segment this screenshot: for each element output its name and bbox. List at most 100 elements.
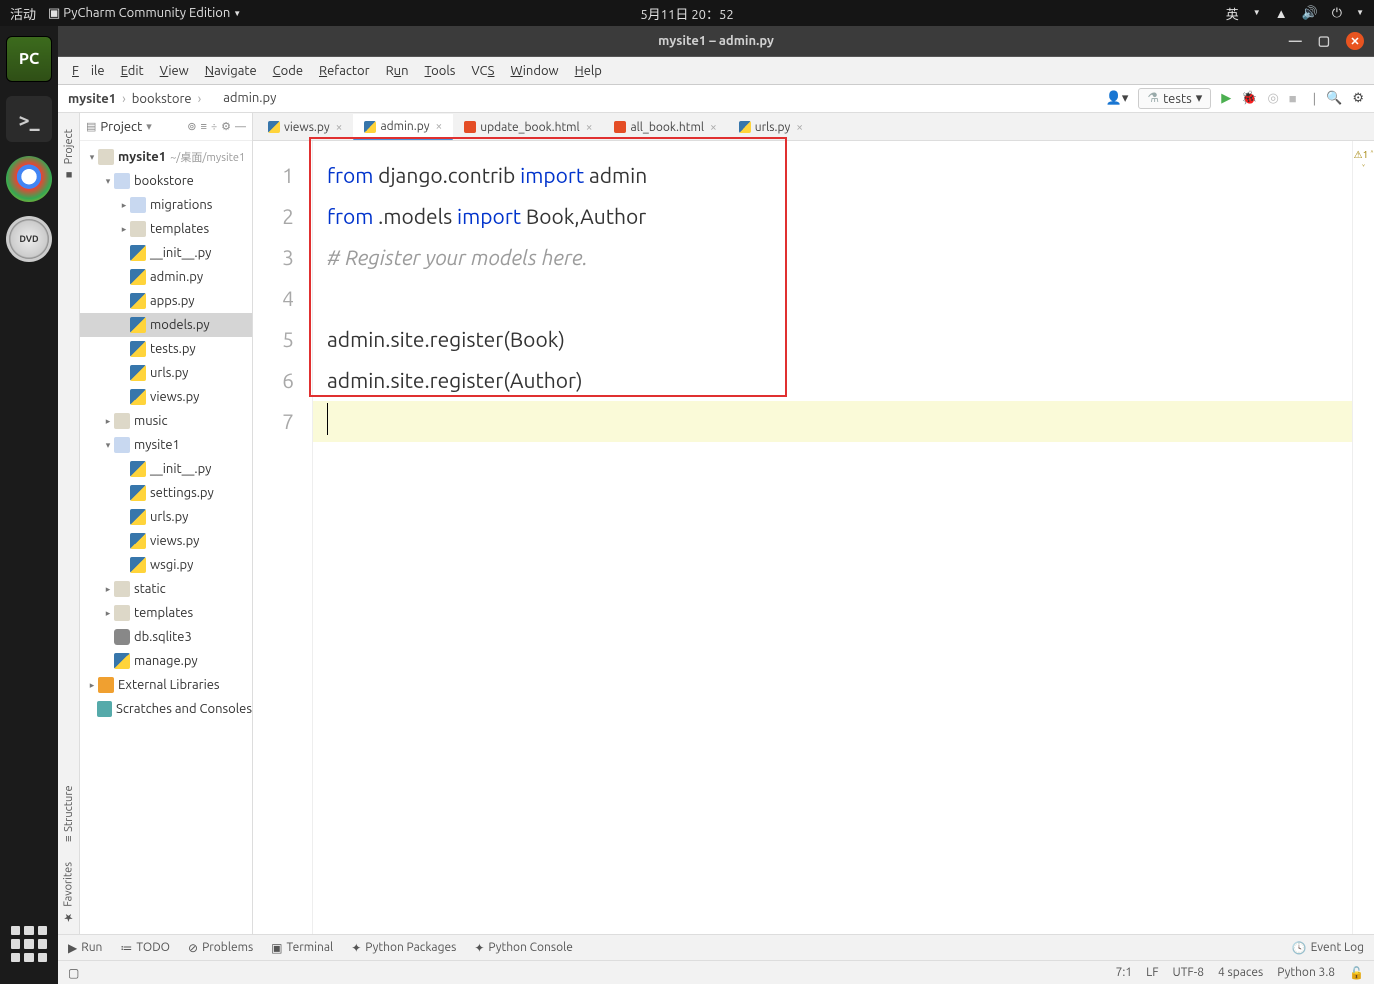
tree-row[interactable]: manage.py [80,649,252,673]
tree-row[interactable]: db.sqlite3 [80,625,252,649]
tree-row[interactable]: models.py [80,313,252,337]
tree-row[interactable]: bookstore [80,169,252,193]
toolwin-python-console[interactable]: ✦ Python Console [474,941,573,955]
launcher-chrome-icon[interactable] [6,156,52,202]
launcher-dvd-icon[interactable]: DVD [6,216,52,262]
tree-row[interactable]: wsgi.py [80,553,252,577]
editor-tab[interactable]: all_book.html× [603,114,727,140]
tree-row[interactable]: views.py [80,529,252,553]
tree-row[interactable]: mysite1~/桌面/mysite1 [80,145,252,169]
user-avatar-icon[interactable]: 👤▾ [1106,91,1129,106]
crumb-root[interactable]: mysite1 [68,92,116,106]
code-content[interactable]: from django.contrib import admin from .m… [313,141,1352,934]
tree-row[interactable]: tests.py [80,337,252,361]
tree-row[interactable]: static [80,577,252,601]
close-tab-icon[interactable]: × [710,121,717,134]
warning-icon[interactable]: ⚠1 ˄ ˅ [1353,147,1374,175]
editor-tab[interactable]: urls.py× [728,114,814,140]
tree-row[interactable]: mysite1 [80,433,252,457]
close-tab-icon[interactable]: × [435,120,442,133]
status-caret-pos[interactable]: 7:1 [1116,966,1133,980]
crumb-folder[interactable]: bookstore [132,92,192,106]
os-app-indicator[interactable]: ▣ PyCharm Community Edition ▼ [48,6,241,21]
editor-tab[interactable]: update_book.html× [453,114,603,140]
toolwin-python-packages[interactable]: ✦ Python Packages [351,941,456,955]
locate-icon[interactable]: ⊚ [187,120,196,133]
menu-run[interactable]: Run [380,62,415,80]
run-config-selector[interactable]: ⚗tests ▾ [1138,88,1211,109]
status-encoding[interactable]: UTF-8 [1173,966,1204,980]
minimize-icon[interactable]: — [1289,34,1302,48]
os-clock[interactable]: 5月11日 20：52 [640,4,733,23]
toolwin-problems[interactable]: ⊘ Problems [188,941,253,955]
volume-icon[interactable]: 🔊 [1302,6,1318,21]
menu-file[interactable]: File [66,62,111,80]
toolwin-project-tab[interactable]: ■Project [61,119,77,190]
editor-tab[interactable]: views.py× [257,114,353,140]
toolwin-todo[interactable]: ≔ TODO [120,941,170,955]
menu-window[interactable]: Window [504,62,564,80]
lock-icon[interactable]: 🔓 [1349,966,1364,980]
tree-row[interactable]: __init__.py [80,457,252,481]
menu-edit[interactable]: Edit [115,62,150,80]
toolwin-favorites-tab[interactable]: ★Favorites [60,852,77,934]
menu-vcs[interactable]: VCS [465,62,500,80]
toolwin-event-log[interactable]: 🕓 Event Log [1292,941,1364,955]
coverage-button[interactable]: ◎ [1267,91,1278,106]
menu-navigate[interactable]: Navigate [199,62,263,80]
tree-row[interactable]: urls.py [80,361,252,385]
window-titlebar[interactable]: mysite1 – admin.py — ▢ ✕ [58,26,1374,56]
toolwin-structure-tab[interactable]: ≡Structure [61,775,77,852]
launcher-pycharm-icon[interactable]: PC [6,36,52,82]
stop-button[interactable]: ■ [1289,91,1297,106]
tree-row[interactable]: music [80,409,252,433]
tree-row[interactable]: views.py [80,385,252,409]
toolwin-terminal[interactable]: ▣ Terminal [271,941,333,955]
tree-row[interactable]: apps.py [80,289,252,313]
chevron-down-icon[interactable]: ▾ [146,120,152,133]
tree-row[interactable]: Scratches and Consoles [80,697,252,721]
close-tab-icon[interactable]: × [796,121,803,134]
tree-row[interactable]: __init__.py [80,241,252,265]
crumb-file[interactable]: admin.py [207,91,276,106]
close-tab-icon[interactable]: × [336,121,343,134]
tree-row[interactable]: External Libraries [80,673,252,697]
tree-row[interactable]: urls.py [80,505,252,529]
tree-row[interactable]: templates [80,601,252,625]
status-ide-icon[interactable]: ▢ [68,966,79,980]
activities-label[interactable]: 活动 [10,4,36,23]
toolwin-run[interactable]: ▶ Run [68,941,102,955]
project-view-title[interactable]: Project [100,120,142,134]
close-tab-icon[interactable]: × [586,121,593,134]
settings-icon[interactable]: ⚙ [1352,91,1364,106]
status-line-sep[interactable]: LF [1146,966,1158,980]
menu-code[interactable]: Code [267,62,309,80]
menu-view[interactable]: View [154,62,195,80]
project-tree[interactable]: mysite1~/桌面/mysite1bookstoremigrationste… [80,141,252,934]
editor-tab[interactable]: admin.py× [353,114,453,140]
tree-row[interactable]: migrations [80,193,252,217]
close-icon[interactable]: ✕ [1346,32,1364,50]
menu-help[interactable]: Help [569,62,608,80]
collapse-all-icon[interactable]: ÷ [211,121,217,133]
expand-all-icon[interactable]: ≡ [201,121,207,133]
tree-row[interactable]: admin.py [80,265,252,289]
debug-button[interactable]: 🐞 [1241,91,1257,106]
gear-icon[interactable]: ⚙ [221,120,231,133]
status-indent[interactable]: 4 spaces [1218,966,1263,980]
input-lang[interactable]: 英 [1226,4,1239,23]
launcher-terminal-icon[interactable]: >_ [6,96,52,142]
tree-row[interactable]: templates [80,217,252,241]
launcher-apps-grid-icon[interactable] [9,924,49,964]
menu-refactor[interactable]: Refactor [313,62,376,80]
tree-row[interactable]: settings.py [80,481,252,505]
status-interpreter[interactable]: Python 3.8 [1277,966,1335,980]
network-icon[interactable]: ▲ [1275,6,1288,21]
maximize-icon[interactable]: ▢ [1318,34,1330,49]
menu-tools[interactable]: Tools [419,62,462,80]
run-button[interactable]: ▶ [1221,91,1231,106]
search-everywhere-icon[interactable]: 🔍 [1326,91,1342,106]
code-editor[interactable]: 1234567 from django.contrib import admin… [253,141,1374,934]
hide-icon[interactable]: — [235,121,246,133]
power-icon[interactable]: ⏻ [1332,6,1342,21]
